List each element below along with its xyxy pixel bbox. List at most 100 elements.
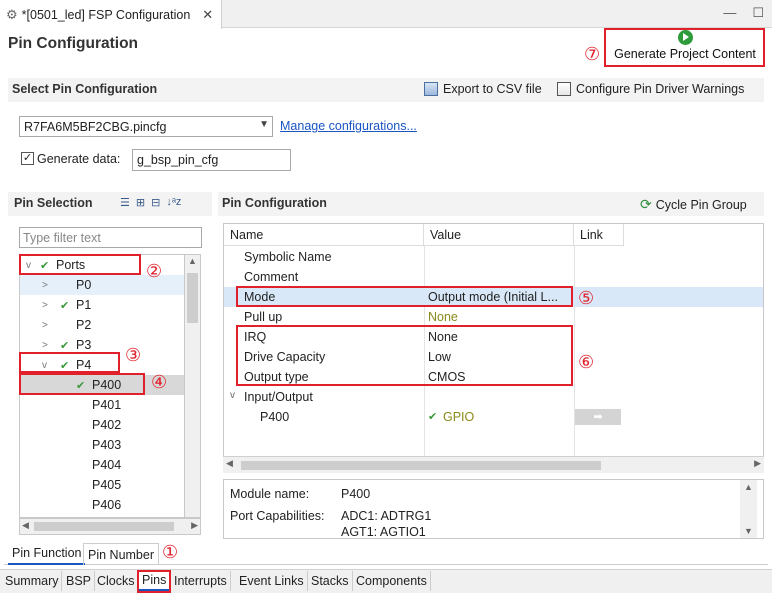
scroll-left-icon[interactable]: ◀ [22,520,29,531]
scroll-up-icon[interactable]: ▲ [744,482,753,492]
column-header-name[interactable]: Name [224,224,424,246]
scroll-right-icon[interactable]: ▶ [754,458,761,469]
module-info-scrollbar[interactable]: ▲ ▼ [740,480,757,538]
link-arrow-button[interactable]: ➡ [575,409,621,425]
annotation-4: ④ [151,372,168,393]
close-icon[interactable]: ✕ [202,7,213,23]
scroll-thumb[interactable] [34,522,174,531]
configure-warnings-button[interactable]: Configure Pin Driver Warnings [557,82,744,96]
module-name-value: P400 [341,487,371,501]
tree-toggle-icon[interactable]: > [42,280,52,291]
scroll-up-icon[interactable]: ▲ [188,256,197,266]
table-row[interactable]: Symbolic Name [224,247,763,267]
annotation-7: ⑦ [584,44,601,65]
cycle-pin-group-button[interactable]: ⟳ Cycle Pin Group [640,196,747,213]
scroll-right-icon[interactable]: ▶ [191,520,198,531]
configure-warnings-label: Configure Pin Driver Warnings [576,82,745,96]
expand-all-icon[interactable]: ⊞ [136,196,145,209]
tree-item-label: P406 [92,498,122,512]
pin-selection-title: Pin Selection [14,196,93,210]
column-header-link[interactable]: Link [574,224,624,246]
tree-item-p2[interactable]: > P2 [20,315,184,335]
annotation-box-2 [19,254,141,275]
tree-item-label: P404 [92,458,122,472]
tab-interrupts[interactable]: Interrupts [171,571,231,591]
tree-item-label: P0 [76,278,92,292]
tree-item-p406[interactable]: P406 [20,495,184,515]
page-title: Pin Configuration [8,35,139,52]
maximize-icon[interactable]: ☐ [752,5,764,21]
tree-toggle-icon[interactable]: > [42,340,52,351]
tree-item-p401[interactable]: P401 [20,395,184,415]
tab-summary[interactable]: Summary [2,571,63,591]
csv-icon [424,82,438,96]
generate-data-label: Generate data: [37,152,121,166]
filter-input[interactable]: Type filter text [19,227,202,248]
cycle-icon: ⟳ [640,196,652,212]
tree-item-p405[interactable]: P405 [20,475,184,495]
tree-item-p403[interactable]: P403 [20,435,184,455]
column-header-value[interactable]: Value [424,224,574,246]
tree-toggle-icon[interactable]: > [42,320,52,331]
tree-item-label: P2 [76,318,92,332]
tab-clocks[interactable]: Clocks [94,571,139,591]
pin-config-select[interactable]: R7FA6M5BF2CBG.pincfg ▼ [19,116,273,137]
chevron-down-icon[interactable]: v [230,390,235,401]
row-value[interactable]: None [428,310,458,324]
table-horizontal-scrollbar[interactable]: ◀ ▶ [223,456,764,473]
annotation-box-1 [137,570,171,593]
scroll-down-icon[interactable]: ▼ [744,526,753,536]
editor-tab[interactable]: ⚙ *[0501_led] FSP Configuration ✕ [0,0,222,29]
row-name: Comment [244,270,299,284]
row-value[interactable]: GPIO [443,410,474,424]
pin-config-value: R7FA6M5BF2CBG.pincfg [24,119,167,134]
cycle-label: Cycle Pin Group [655,197,747,212]
tree-item-p1[interactable]: > ✔ P1 [20,295,184,315]
sort-az-icon[interactable]: ↓ᵃz [166,196,181,209]
scroll-thumb[interactable] [241,461,601,470]
tree-item-label: P3 [76,338,92,352]
settings-doc-icon [557,82,571,96]
annotation-3: ③ [125,345,142,366]
annotation-box-6 [236,325,573,386]
editor-tab-title: *[0501_led] FSP Configuration [21,7,191,22]
check-icon: ✔ [60,339,70,352]
table-row-pull-up[interactable]: Pull up None [224,307,763,327]
table-row[interactable]: Comment [224,267,763,287]
tree-item-p404[interactable]: P404 [20,455,184,475]
capability-item: ADC1: ADTRG1 [341,509,432,523]
tree-item-label: P403 [92,438,122,452]
tab-bsp[interactable]: BSP [63,571,96,591]
minimize-icon[interactable]: — [723,5,736,21]
row-name: P400 [260,410,290,424]
window-controls: — ☐ [723,5,764,21]
port-capabilities-label: Port Capabilities: [230,509,325,523]
table-row-input-output[interactable]: v Input/Output [224,387,763,407]
tree-item-label: P402 [92,418,122,432]
annotation-1: ① [162,542,179,563]
collapse-all-icon[interactable]: ⊟ [151,196,160,209]
tree-item-label: P1 [76,298,92,312]
tree-vertical-scrollbar[interactable]: ▲ [184,254,201,518]
generate-data-checkbox[interactable]: ✓ [21,152,34,165]
tab-stacks[interactable]: Stacks [308,571,353,591]
tab-event-links[interactable]: Event Links [236,571,308,591]
table-row-p400[interactable]: P400 ✔ GPIO ➡ [224,407,763,427]
chevron-down-icon: ▼ [259,119,269,130]
tab-pin-function[interactable]: Pin Function [8,543,86,565]
tree-toggle-icon[interactable]: > [42,300,52,311]
list-icon[interactable]: ☰ [120,196,130,209]
check-icon: ✔ [428,411,438,423]
tree-horizontal-scrollbar[interactable]: ◀ ▶ [19,518,201,535]
manage-configurations-link[interactable]: Manage configurations... [280,119,417,133]
scroll-left-icon[interactable]: ◀ [226,458,233,469]
generate-data-input[interactable]: g_bsp_pin_cfg [132,149,291,171]
tab-components[interactable]: Components [353,571,431,591]
tree-item-p402[interactable]: P402 [20,415,184,435]
scroll-thumb[interactable] [187,273,198,323]
select-config-title: Select Pin Configuration [12,82,158,96]
row-name: Pull up [244,310,283,324]
export-csv-button[interactable]: Export to CSV file [424,82,542,96]
capability-item: AGT1: AGTIO1 [341,525,426,539]
tab-pin-number[interactable]: Pin Number [83,543,159,565]
